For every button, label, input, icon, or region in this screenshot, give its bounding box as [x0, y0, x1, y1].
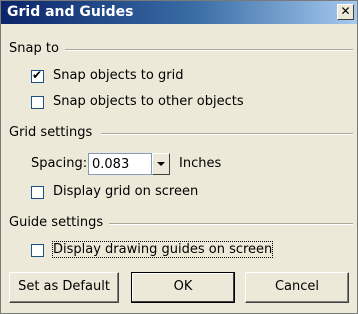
- display-guides-checkbox[interactable]: [31, 244, 44, 257]
- spacing-unit-label: Inches: [179, 156, 222, 171]
- spacing-label: Spacing:: [31, 156, 88, 171]
- display-guides-label: Display drawing guides on screen: [51, 241, 274, 258]
- snap-to-divider: [65, 49, 353, 51]
- spacing-input[interactable]: [88, 153, 152, 175]
- cancel-button[interactable]: Cancel: [245, 272, 349, 303]
- ok-button[interactable]: OK: [131, 272, 235, 303]
- close-icon: ✕: [340, 4, 351, 18]
- snap-to-objects-checkbox[interactable]: [31, 96, 44, 109]
- spacing-dropdown-button[interactable]: [152, 153, 170, 175]
- guide-settings-section-header: Guide settings: [9, 215, 353, 233]
- set-as-default-button[interactable]: Set as Default: [9, 272, 119, 303]
- snap-to-label: Snap to: [9, 41, 59, 56]
- grid-settings-divider: [101, 133, 353, 135]
- title-bar: Grid and Guides ✕: [1, 1, 357, 24]
- guide-settings-label: Guide settings: [9, 215, 104, 230]
- snap-to-grid-checkbox[interactable]: [31, 68, 44, 83]
- close-button[interactable]: ✕: [337, 4, 354, 20]
- display-grid-label: Display grid on screen: [53, 184, 199, 199]
- snap-to-section-header: Snap to: [9, 41, 353, 59]
- guide-settings-divider: [109, 223, 353, 225]
- dialog-title: Grid and Guides: [7, 4, 134, 20]
- snap-to-objects-label: Snap objects to other objects: [53, 94, 244, 109]
- grid-settings-label: Grid settings: [9, 125, 93, 140]
- snap-to-grid-label: Snap objects to grid: [53, 68, 184, 83]
- display-grid-checkbox[interactable]: [31, 186, 44, 199]
- grid-and-guides-dialog: Grid and Guides ✕ Snap to Snap objects t…: [0, 0, 358, 314]
- grid-settings-section-header: Grid settings: [9, 125, 353, 143]
